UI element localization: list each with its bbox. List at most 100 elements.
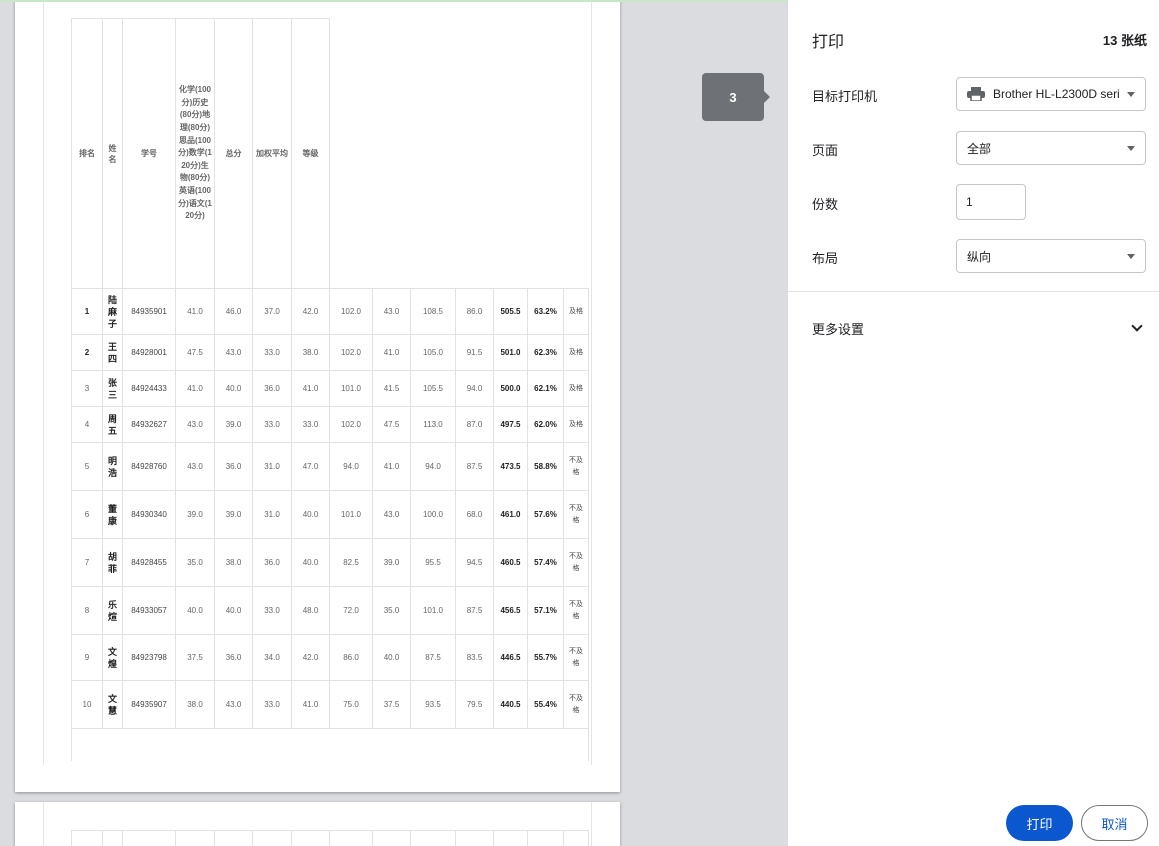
total-cell: 461.0 <box>493 490 528 539</box>
percent-cell: 62.1% <box>527 370 564 407</box>
header-grade: 等级 <box>291 18 330 289</box>
table-spacer-row <box>71 728 589 761</box>
score-cell: 35.0 <box>372 586 411 635</box>
preview-page-2: 姓 不 <box>15 802 620 846</box>
table-row: 1 陆麻子 84935901 41.0 46.0 37.0 42.0 102.0 43.0 108… <box>71 288 589 335</box>
table-row: 9 文煌 84923798 37.5 36.0 34.0 42.0 86.0 40.0 87.5 8… <box>71 634 589 681</box>
score-cell: 40.0 <box>291 538 330 587</box>
total-cell: 456.5 <box>493 586 528 635</box>
rank-cell: 8 <box>71 586 103 635</box>
score-cell: 40.0 <box>214 586 253 635</box>
score-cell: 83.5 <box>455 634 494 681</box>
name-cell: 明浩 <box>102 442 123 491</box>
score-cell: 36.0 <box>252 370 292 407</box>
name-cell: 张三 <box>102 370 123 407</box>
score-cell: 38.0 <box>175 680 215 729</box>
score-cell: 41.0 <box>175 370 215 407</box>
score-cell: 41.0 <box>175 288 215 335</box>
score-cell: 41.0 <box>291 680 330 729</box>
score-cell: 46.0 <box>214 288 253 335</box>
score-cell: 39.0 <box>175 490 215 539</box>
total-cell: 505.5 <box>493 288 528 335</box>
score-cell: 34.0 <box>252 634 292 681</box>
copies-label: 份数 <box>812 197 839 212</box>
score-cell: 86.0 <box>455 288 494 335</box>
header-id: 学号 <box>122 18 176 289</box>
score-cell: 41.0 <box>372 442 411 491</box>
rank-cell: 9 <box>71 634 103 681</box>
score-cell: 79.5 <box>455 680 494 729</box>
score-cell: 37.5 <box>372 680 411 729</box>
total-cell: 473.5 <box>493 442 528 491</box>
pages-select[interactable]: 全部 <box>956 131 1146 165</box>
name-cell: 胡菲 <box>102 538 123 587</box>
score-cell: 101.0 <box>410 586 456 635</box>
total-cell: 460.5 <box>493 538 528 587</box>
header-rank: 排名 <box>71 18 103 289</box>
score-cell: 102.0 <box>329 406 373 443</box>
score-table-page-2: 姓 不 <box>71 830 589 846</box>
score-cell: 75.0 <box>329 680 373 729</box>
student-id-cell: 84924433 <box>122 370 176 407</box>
score-cell: 94.5 <box>455 538 494 587</box>
score-cell: 41.0 <box>291 370 330 407</box>
score-cell: 100.0 <box>410 490 456 539</box>
pages-label: 页面 <box>812 143 839 158</box>
cancel-button[interactable]: 取消 <box>1081 805 1148 841</box>
name-cell: 文煌 <box>102 634 123 681</box>
score-cell: 93.5 <box>410 680 456 729</box>
student-id-cell: 84928760 <box>122 442 176 491</box>
score-cell: 108.5 <box>410 288 456 335</box>
score-cell: 39.0 <box>214 406 253 443</box>
name-cell: 文慧 <box>102 680 123 729</box>
table-row: 3 张三 84924433 41.0 40.0 36.0 41.0 101.0 41.5 105.… <box>71 370 589 407</box>
name-cell: 董康 <box>102 490 123 539</box>
score-cell: 40.0 <box>372 634 411 681</box>
score-cell: 36.0 <box>252 538 292 587</box>
percent-cell: 62.3% <box>527 334 564 371</box>
name-cell: 陆麻子 <box>102 288 123 335</box>
score-cell: 36.0 <box>214 634 253 681</box>
score-cell: 43.0 <box>372 288 411 335</box>
layout-select[interactable]: 纵向 <box>956 239 1146 273</box>
header-total: 总分 <box>214 18 253 289</box>
score-cell: 31.0 <box>252 442 292 491</box>
header-subjects: 化学(100分)历史 (80分)地理(80分)思品(100分)数学(120分)生… <box>175 18 215 289</box>
grade-cell: 不及格 <box>563 634 589 681</box>
score-cell: 102.0 <box>329 334 373 371</box>
name-cell: 乐煊 <box>102 586 123 635</box>
score-cell: 47.0 <box>291 442 330 491</box>
rank-cell: 5 <box>71 442 103 491</box>
grade-cell: 及格 <box>563 406 589 443</box>
score-cell: 33.0 <box>252 334 292 371</box>
more-settings-toggle[interactable]: 更多设置 <box>812 319 864 338</box>
grade-cell: 不及格 <box>563 586 589 635</box>
percent-cell: 62.0% <box>527 406 564 443</box>
expand-chevron-icon[interactable] <box>1131 320 1143 332</box>
score-cell: 36.0 <box>214 442 253 491</box>
preview-page-1: 排名 姓名 学号 化学(100分)历史 (80分)地理(80分)思品(100分)… <box>15 0 620 792</box>
rank-cell: 10 <box>71 680 103 729</box>
score-cell: 39.0 <box>214 490 253 539</box>
percent-cell: 55.4% <box>527 680 564 729</box>
grade-cell: 不及格 <box>563 490 589 539</box>
score-cell: 91.5 <box>455 334 494 371</box>
copies-input[interactable]: 1 <box>956 184 1026 220</box>
print-button[interactable]: 打印 <box>1006 805 1073 841</box>
score-cell: 42.0 <box>291 288 330 335</box>
score-cell: 35.0 <box>175 538 215 587</box>
score-cell: 48.0 <box>291 586 330 635</box>
student-id-cell: 84930340 <box>122 490 176 539</box>
score-cell: 37.0 <box>252 288 292 335</box>
total-cell: 497.5 <box>493 406 528 443</box>
destination-select[interactable]: Brother HL-L2300D serie <box>956 77 1146 111</box>
score-cell: 33.0 <box>252 586 292 635</box>
total-cell: 500.0 <box>493 370 528 407</box>
score-cell: 87.5 <box>410 634 456 681</box>
print-preview-area[interactable]: 排名 姓名 学号 化学(100分)历史 (80分)地理(80分)思品(100分)… <box>0 0 772 846</box>
student-id-cell: 84933057 <box>122 586 176 635</box>
score-cell: 40.0 <box>291 490 330 539</box>
grade-cell: 及格 <box>563 334 589 371</box>
header-name: 姓名 <box>102 18 123 289</box>
score-cell: 95.5 <box>410 538 456 587</box>
